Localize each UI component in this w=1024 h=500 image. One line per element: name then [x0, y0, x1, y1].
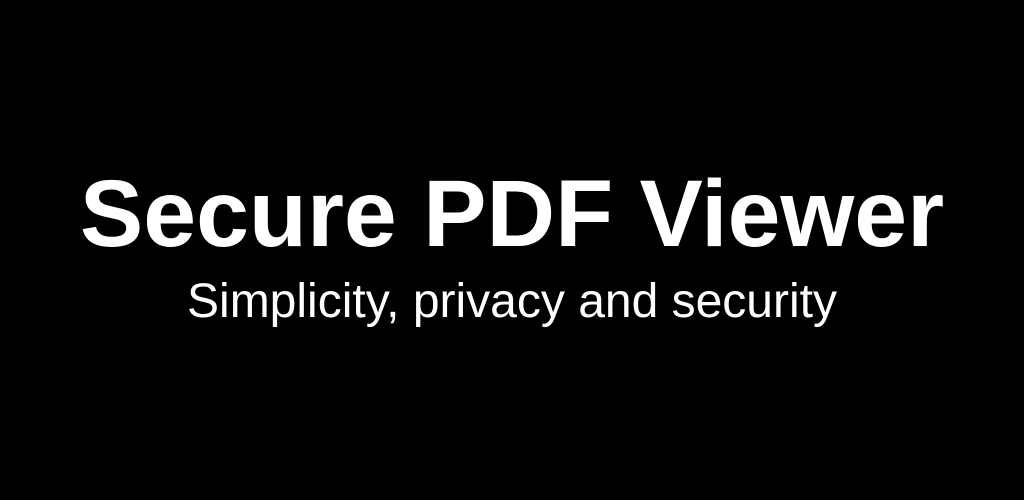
- app-tagline: Simplicity, privacy and security: [187, 275, 837, 328]
- app-title: Secure PDF Viewer: [79, 161, 945, 267]
- feature-banner: Secure PDF Viewer Simplicity, privacy an…: [0, 0, 1024, 500]
